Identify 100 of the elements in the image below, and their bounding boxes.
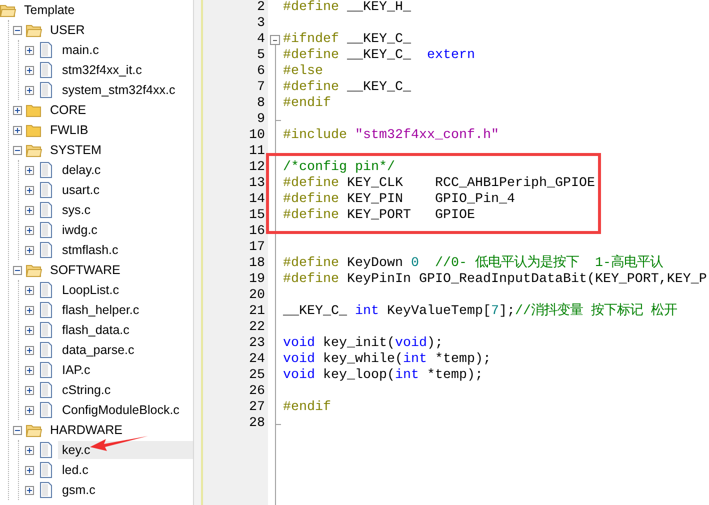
code-line: void key_loop(int *temp); (283, 368, 484, 384)
code-line: #define KeyDown 0 //0- 低电平认为是按下 1-高电平认 (283, 256, 664, 272)
expand-toggle[interactable] (13, 106, 22, 114)
expand-toggle[interactable] (25, 406, 34, 414)
line-number: 2 (256, 0, 266, 16)
fold-toggle[interactable] (270, 35, 280, 45)
expand-toggle[interactable] (25, 326, 34, 334)
collapse-toggle[interactable] (13, 266, 22, 274)
file-label[interactable]: ConfigModuleBlock.c (58, 401, 193, 419)
file-label[interactable]: flash_helper.c (58, 301, 193, 319)
file-label[interactable]: usart.c (58, 181, 193, 199)
expand-toggle[interactable] (25, 486, 34, 494)
file-icon (40, 162, 52, 178)
line-number: 3 (256, 16, 266, 32)
line-number: 13 (248, 176, 266, 192)
expand-toggle[interactable] (13, 126, 22, 134)
file-icon (40, 182, 52, 198)
file-label[interactable]: iwdg.c (58, 221, 193, 239)
line-number: 17 (248, 240, 266, 256)
file-icon (40, 402, 52, 418)
expand-toggle[interactable] (25, 46, 34, 54)
file-label[interactable]: led.c (58, 461, 193, 479)
line-number: 18 (248, 256, 266, 272)
expand-toggle[interactable] (25, 346, 34, 354)
file-label[interactable]: main.c (58, 41, 193, 59)
file-icon (40, 222, 52, 238)
code-line: #endif (283, 96, 332, 112)
open-folder-icon (26, 24, 42, 36)
expand-toggle[interactable] (25, 226, 34, 234)
expand-toggle[interactable] (25, 166, 34, 174)
open-folder-icon (26, 144, 42, 156)
expand-toggle[interactable] (25, 246, 34, 254)
line-number: 14 (248, 192, 266, 208)
folder-label[interactable]: HARDWARE (46, 421, 193, 439)
file-label[interactable]: stmflash.c (58, 241, 193, 259)
folder-label[interactable]: SYSTEM (46, 141, 193, 159)
collapse-toggle[interactable] (13, 26, 22, 34)
file-icon (40, 462, 52, 478)
code-line: #endif (283, 400, 332, 416)
folder-label[interactable]: FWLIB (46, 121, 193, 139)
file-label[interactable]: key.c (58, 441, 193, 459)
file-label[interactable]: cString.c (58, 381, 193, 399)
expand-toggle[interactable] (25, 466, 34, 474)
line-number: 21 (248, 304, 266, 320)
line-number: 12 (248, 160, 266, 176)
line-number: 28 (248, 416, 266, 432)
collapse-toggle[interactable] (13, 426, 22, 434)
code-line: #include "stm32f4xx_conf.h" (283, 128, 500, 144)
line-number: 7 (256, 80, 266, 96)
expand-toggle[interactable] (25, 66, 34, 74)
folder-label[interactable]: CORE (46, 101, 193, 119)
expand-toggle[interactable] (25, 386, 34, 394)
line-number: 25 (248, 368, 266, 384)
folder-label[interactable]: USER (46, 21, 193, 39)
file-label[interactable]: IAP.c (58, 361, 193, 379)
line-number: 9 (256, 112, 266, 128)
file-label[interactable]: stm32f4xx_it.c (58, 61, 193, 79)
expand-toggle[interactable] (25, 206, 34, 214)
file-icon (40, 322, 52, 338)
expand-toggle[interactable] (25, 366, 34, 374)
open-folder-icon (26, 424, 42, 436)
file-label[interactable]: LoopList.c (58, 281, 193, 299)
line-number: 5 (256, 48, 266, 64)
line-number: 6 (256, 64, 266, 80)
file-label[interactable]: gsm.c (58, 481, 193, 499)
line-number: 4 (256, 32, 266, 48)
line-number: 11 (248, 144, 266, 160)
expand-toggle[interactable] (25, 286, 34, 294)
file-label[interactable]: flash_data.c (58, 321, 193, 339)
open-folder-icon (26, 264, 42, 276)
file-icon (40, 482, 52, 498)
line-number: 16 (248, 224, 266, 240)
line-number: 22 (248, 320, 266, 336)
expand-toggle[interactable] (25, 306, 34, 314)
line-number: 15 (248, 208, 266, 224)
file-icon (40, 202, 52, 218)
line-number: 24 (248, 352, 266, 368)
collapse-toggle[interactable] (13, 146, 22, 154)
expand-toggle[interactable] (25, 446, 34, 454)
code-line: #define KEY_PORT GPIOE (283, 208, 476, 224)
folder-icon (26, 124, 42, 136)
line-number: 27 (248, 400, 266, 416)
file-icon (40, 302, 52, 318)
file-label[interactable]: delay.c (58, 161, 193, 179)
file-icon (40, 62, 52, 78)
code-line: #ifndef __KEY_C_ (283, 32, 412, 48)
code-line: /*config pin*/ (283, 160, 396, 176)
file-label[interactable]: system_stm32f4xx.c (58, 81, 193, 99)
folder-label[interactable]: SOFTWARE (46, 261, 193, 279)
file-label[interactable]: data_parse.c (58, 341, 193, 359)
project-label[interactable]: Template (20, 1, 193, 19)
file-icon (40, 82, 52, 98)
file-icon (40, 362, 52, 378)
expand-toggle[interactable] (25, 186, 34, 194)
line-number: 23 (248, 336, 266, 352)
code-line: #else (283, 64, 324, 80)
line-number: 19 (248, 272, 266, 288)
file-label[interactable]: sys.c (58, 201, 193, 219)
expand-toggle[interactable] (25, 86, 34, 94)
line-number: 20 (248, 288, 266, 304)
